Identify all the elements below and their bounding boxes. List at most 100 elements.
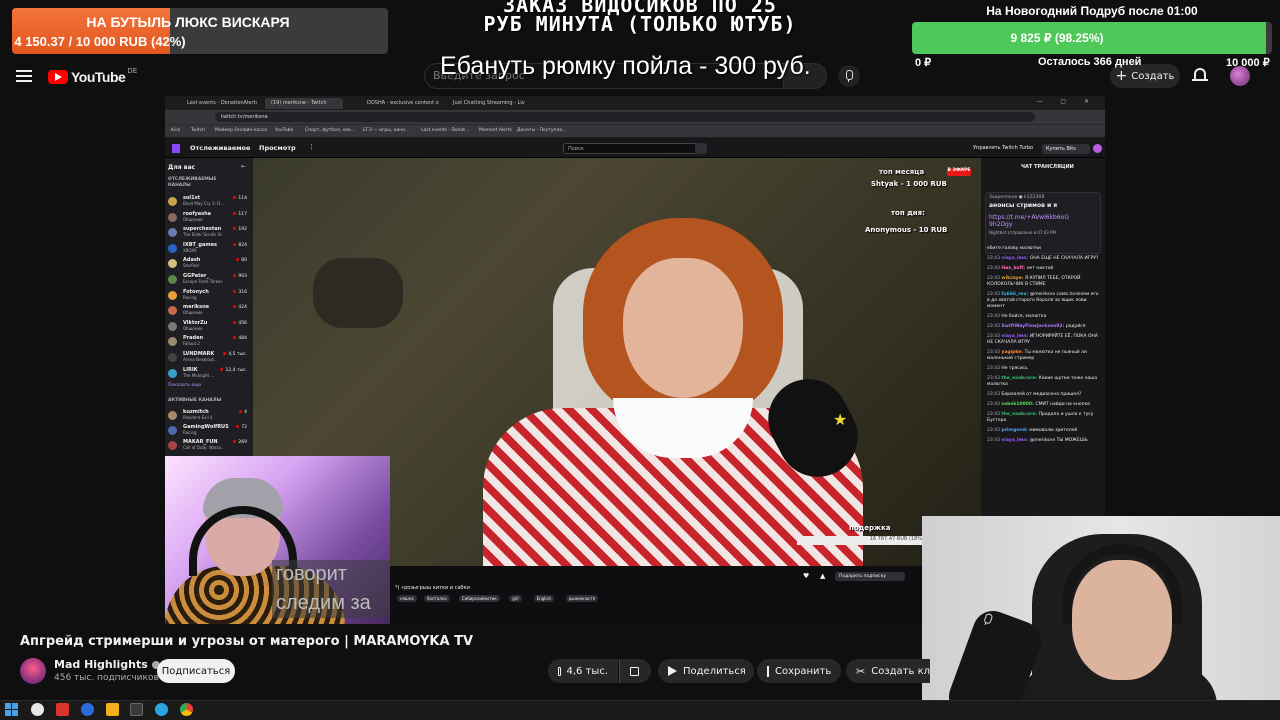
channel-category: Arena Breakout... — [183, 357, 218, 362]
telegram-icon[interactable] — [155, 703, 168, 716]
stream-tag[interactable]: няшка — [397, 595, 417, 602]
twitch-nav-browse[interactable]: Просмотр — [259, 144, 296, 152]
channel-avatar — [168, 243, 177, 253]
bookmark[interactable]: Twitch — [191, 128, 205, 133]
gift-sub-button[interactable]: Подарить подписку — [835, 572, 905, 581]
chrome-icon[interactable] — [180, 703, 193, 716]
channel-viewers: 316 — [233, 290, 247, 295]
sidebar-channel-lirik[interactable]: LIRIK The Midnight ... 12,4 тыс. — [168, 367, 250, 381]
bookmark[interactable]: YouTube — [275, 128, 293, 133]
show-more-link[interactable]: Показать еще — [168, 383, 201, 388]
stream-tag[interactable]: girl — [509, 595, 522, 602]
channel-viewers: 117 — [233, 212, 247, 217]
twitch-search-button[interactable] — [695, 143, 707, 154]
chat-username[interactable]: SwiftWayFlowJackson92: — [1001, 324, 1066, 329]
bookmark[interactable]: Мейкер Онлайн-касса — [215, 128, 267, 133]
more-options-icon[interactable]: ⋮ — [308, 143, 315, 151]
browser-tab-active[interactable]: (19) meriksne - Twitch — [265, 98, 343, 109]
account-avatar[interactable] — [1230, 66, 1250, 86]
stream-tag[interactable]: рыжикнастя — [565, 595, 599, 602]
app-icon[interactable] — [81, 703, 94, 716]
sidebar-channel-viktorzu[interactable]: ViktorZu Общение 456 — [168, 320, 250, 334]
dislike-button[interactable] — [619, 659, 651, 683]
yandex-browser-icon[interactable] — [31, 703, 44, 716]
share-button[interactable]: Поделиться — [658, 659, 754, 683]
clip-button[interactable]: ✂ Создать клип — [846, 659, 930, 683]
browser-tab[interactable]: DOSHA - exclusive content on — [361, 98, 439, 109]
sidebar-channel-kuzmitch[interactable]: kuzmitch Resident Evil 44 — [168, 409, 250, 423]
stream-tag[interactable]: Сибирскийкотик — [458, 595, 500, 602]
bookmark[interactable]: Донаты - Поступле... — [517, 128, 566, 133]
chat-username[interactable]: yagipke: — [1001, 350, 1024, 355]
sidebar-channel-gamingwolfrus[interactable]: GamingWolfRUS Racing 72 — [168, 424, 250, 438]
sub-goal-title: На Новогодний Подруб после 01:00 — [986, 4, 1198, 18]
followed-channels-heading: ОТСЛЕЖИВАЕМЫЕ КАНАЛЫ — [168, 177, 217, 188]
channel-name[interactable]: Mad Highlights — [54, 658, 160, 671]
twitch-logo-icon[interactable] — [172, 144, 180, 153]
chat-username[interactable]: the_exabcore: — [1001, 412, 1038, 417]
chat-username[interactable]: sebek10000: — [1001, 402, 1035, 407]
bookmark[interactable]: Спорт, футбол, хок... — [305, 128, 355, 133]
pinned-link[interactable]: https://t.me/+AVwl6kb6oG 9h2Dgy — [989, 214, 1075, 228]
chat-message: 23:43 sebek10000: СМИТ найди на кнопке — [987, 402, 1101, 408]
bookmark[interactable]: Moment Alerts — [479, 128, 512, 133]
bookmark[interactable]: ЕГЭ — игры, кино... — [363, 128, 409, 133]
chat-text: мимовалю зрителей — [1029, 428, 1078, 433]
folder-icon[interactable] — [106, 703, 119, 716]
sidebar-channel-adash[interactable]: Adash StarRed 80 — [168, 257, 250, 271]
channel-avatar[interactable] — [20, 658, 46, 684]
chat-username[interactable]: primgond: — [1001, 428, 1029, 433]
chat-time: 23:43 — [987, 438, 1002, 443]
like-button[interactable]: 4,6 тыс. — [548, 659, 618, 683]
chat-username[interactable]: fu666_rex: — [1001, 292, 1029, 297]
url-field[interactable]: twitch.tv/meriksne — [215, 112, 1035, 122]
chat-username[interactable]: Ник_koff: — [1001, 266, 1026, 271]
twitch-turbo-link[interactable]: Управлять Twitch Turbo — [973, 145, 1033, 151]
sidebar-channel-superchestan[interactable]: superchestan The Elder Scrolls IV... 192 — [168, 226, 250, 240]
chat-username[interactable]: viaya_lmn: — [1001, 438, 1029, 443]
sidebar-channel-sol1st[interactable]: sol1st Devil May Cry 3: D... 114 — [168, 195, 250, 209]
sidebar-channel-ixbt_games[interactable]: IXBT_games XBOX0 824 — [168, 242, 250, 256]
sidebar-channel-ggpater_[interactable]: GGPater_ Escape From Tarkov 903 — [168, 273, 250, 287]
microphone-icon[interactable] — [838, 65, 860, 87]
app-icon[interactable] — [130, 703, 143, 716]
windows-start-icon[interactable] — [5, 703, 18, 716]
twitch-nav-following[interactable]: Отслеживаемое — [190, 144, 250, 152]
chat-username[interactable]: wikzaye: — [1001, 276, 1025, 281]
save-button[interactable]: Сохранить — [757, 659, 841, 683]
channel-name-text[interactable]: Mad Highlights — [54, 658, 148, 671]
sidebar-channel-lvndmark[interactable]: LVNDMARK Arena Breakout... 4,5 тыс. — [168, 351, 250, 365]
sidebar-channel-praden[interactable]: Praden Fallout 2 484 — [168, 335, 250, 349]
bookmark[interactable]: Kick — [171, 128, 180, 133]
follow-heart-icon[interactable]: ♥ — [803, 572, 809, 580]
chat-username[interactable]: the_exabcore: — [1001, 376, 1038, 381]
channel-avatar — [168, 441, 177, 450]
bookmark[interactable]: Last events - Donat... — [421, 128, 469, 133]
subscribe-button[interactable]: Подписаться — [157, 659, 235, 683]
chat-username[interactable]: viaya_lmn: — [1001, 334, 1029, 339]
sidebar-channel-roofyasha[interactable]: roofyasha Общение 117 — [168, 211, 250, 225]
collapse-icon[interactable]: ⇤ — [241, 163, 246, 170]
browser-tab[interactable]: Last events - DonationAlerts — [181, 98, 257, 109]
channel-viewers: 4 — [239, 410, 247, 415]
sidebar-channel-makar_fun[interactable]: MAKAR_FUN Call of Duty: Warzo... 269 — [168, 439, 250, 453]
browser-tab[interactable]: Just Chatting Streaming - Live — [447, 98, 525, 109]
twitch-user-avatar[interactable] — [1093, 144, 1102, 153]
sub-goal-remaining: Осталось 366 дней — [1038, 56, 1142, 68]
sidebar-channel-meriksne[interactable]: meriksne Общение 424 — [168, 304, 250, 318]
menu-icon[interactable] — [16, 70, 32, 82]
app-icon[interactable] — [56, 703, 69, 716]
notification-icon[interactable]: ▲ — [820, 572, 825, 580]
stream-tag[interactable]: болталка — [424, 595, 450, 602]
stream-tag[interactable]: English — [533, 595, 555, 602]
youtube-logo[interactable]: YouTube DE — [48, 67, 137, 85]
window-controls[interactable]: — ▢ ✕ — [1036, 98, 1097, 105]
twitch-search-input[interactable]: Поиск — [563, 143, 705, 154]
twitch-bits-button[interactable]: Купить Bits — [1042, 144, 1090, 154]
chat-time: 23:43 — [987, 256, 1002, 261]
chat-message: 23:43 viaya_lmn: ИГНОРИРУЙТЕ ЕЁ, ПОКА ОН… — [987, 334, 1101, 346]
sidebar-channel-fotonych[interactable]: Fotonych Racing 316 — [168, 289, 250, 303]
chat-time: 23:43 — [987, 366, 1002, 371]
chat-username[interactable]: viaya_lmn: — [1001, 256, 1029, 261]
notifications-bell-icon[interactable] — [1192, 68, 1208, 81]
